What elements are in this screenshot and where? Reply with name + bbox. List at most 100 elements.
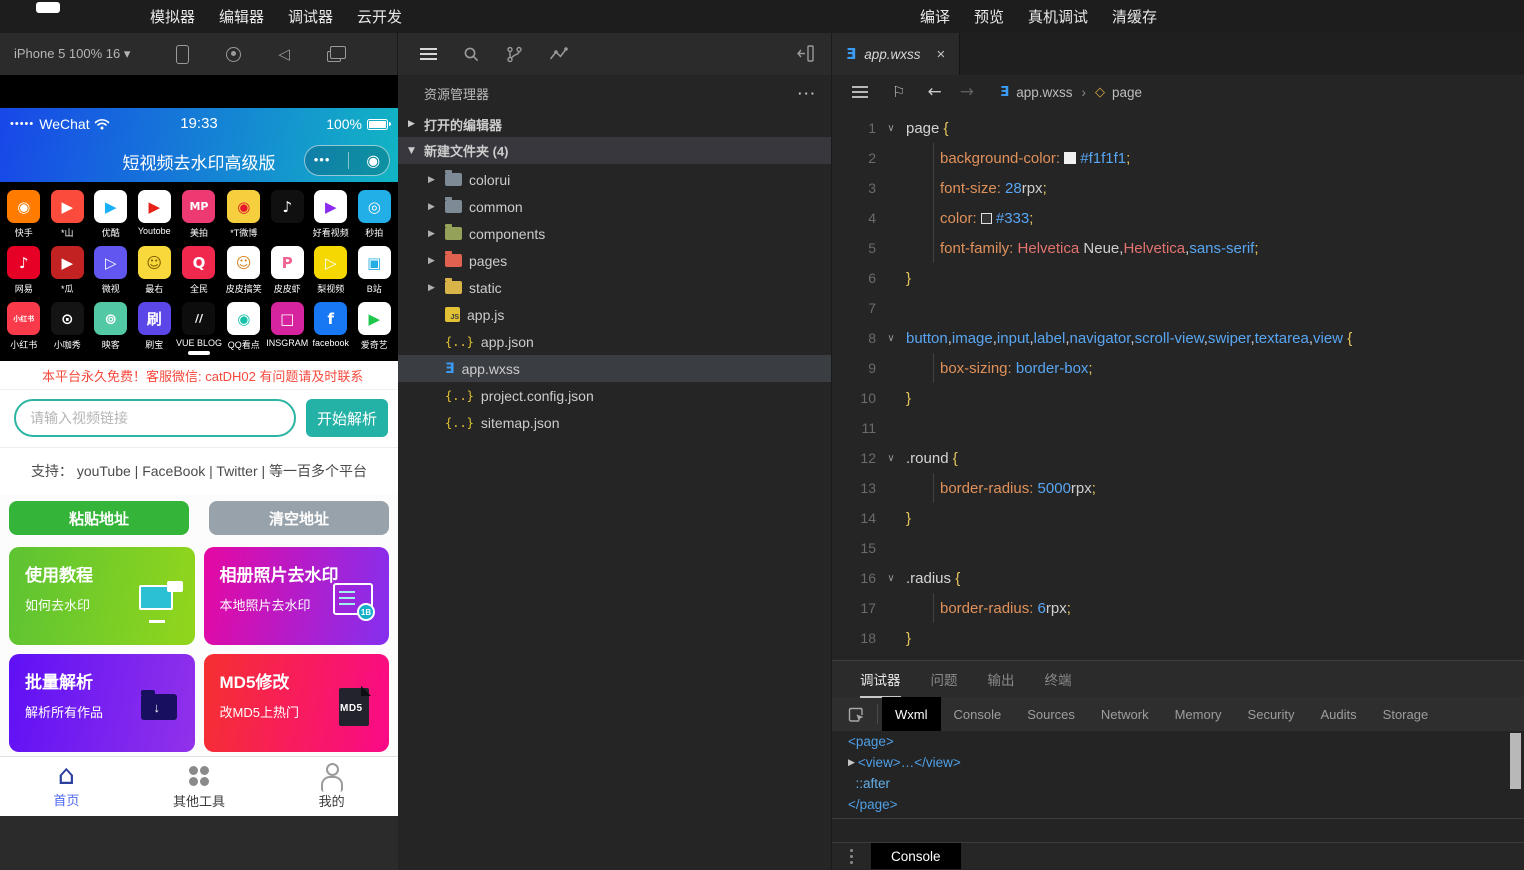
app-grid-item[interactable]: ▶ Youtobe: [132, 190, 176, 237]
mute-speaker-icon[interactable]: ◁: [278, 47, 290, 62]
tabbar-item-tools[interactable]: 其他工具: [133, 757, 266, 816]
device-icon[interactable]: [176, 44, 190, 64]
app-grid-item[interactable]: 刷刷宝: [132, 302, 176, 350]
app-grid-item[interactable]: ♪: [266, 190, 310, 237]
parse-button[interactable]: 开始解析: [306, 399, 388, 437]
debugger-tab-调试器[interactable]: 调试器: [860, 669, 901, 698]
app-grid-item[interactable]: Q 全民: [176, 246, 222, 294]
menu-item[interactable]: 清缓存: [1112, 6, 1157, 27]
tree-item-app.wxss[interactable]: Ǝapp.wxss: [398, 355, 831, 382]
debugger-tab-输出[interactable]: 输出: [988, 669, 1015, 696]
bookmark-icon[interactable]: ⚐: [892, 83, 905, 101]
app-grid-item[interactable]: ◉ 快手: [2, 190, 45, 238]
search-icon[interactable]: [463, 46, 480, 63]
app-grid-item[interactable]: ◎ 秒拍: [353, 190, 397, 238]
app-grid-item[interactable]: // VUE BLOG: [176, 302, 222, 349]
app-grid-item[interactable]: P 皮皮虾: [266, 246, 310, 294]
menu-item[interactable]: 编译: [920, 6, 950, 27]
outline-list-icon[interactable]: [852, 91, 868, 93]
scrollbar-thumb[interactable]: [1510, 733, 1521, 789]
app-grid-item[interactable]: ▶ *山: [45, 190, 89, 238]
wxml-node[interactable]: ::after: [832, 773, 1524, 794]
tree-item-pages[interactable]: ▶ pages: [398, 247, 831, 274]
devtools-tab-console[interactable]: Console: [941, 697, 1015, 731]
root-folder-section[interactable]: ▼ 新建文件夹 (4): [398, 137, 831, 164]
debugger-tab-终端[interactable]: 终端: [1045, 669, 1072, 696]
network-graph-icon[interactable]: [549, 46, 568, 62]
video-link-input[interactable]: [14, 399, 296, 437]
devtools-tab-wxml[interactable]: Wxml: [882, 697, 941, 731]
drawer-handle-icon[interactable]: [850, 854, 853, 858]
app-grid-item[interactable]: ▶ 爱奇艺: [353, 302, 397, 350]
menu-item[interactable]: 编辑器: [219, 6, 264, 27]
app-grid-item[interactable]: 小红书 小红书: [2, 302, 45, 350]
app-grid-item[interactable]: ☺ 皮皮搞笑: [222, 246, 266, 294]
console-drawer-tab[interactable]: Console: [871, 843, 961, 869]
app-grid-item[interactable]: ▣ B站: [353, 246, 397, 294]
app-grid-item[interactable]: ◉ QQ看点: [222, 302, 266, 350]
app-grid-item[interactable]: □ INSGRAM: [266, 302, 310, 349]
menu-item[interactable]: 云开发: [357, 6, 402, 27]
menu-item[interactable]: 模拟器: [150, 6, 195, 27]
feature-card[interactable]: 使用教程 如何去水印: [9, 547, 195, 645]
code-editor[interactable]: ⚐ ← → Ǝ app.wxss › ◇ page 1 ∨ page {2 backg…: [832, 75, 1524, 660]
debugger-tab-问题[interactable]: 问题: [931, 669, 958, 696]
wxml-node[interactable]: <page>: [832, 731, 1524, 752]
capsule-menu[interactable]: ••• ◉: [304, 145, 390, 176]
git-branch-icon[interactable]: [506, 46, 523, 63]
device-selector[interactable]: iPhone 5 100% 16 ▾: [14, 46, 130, 62]
app-grid-item[interactable]: ◉ *T微博: [222, 190, 266, 238]
file-list-icon[interactable]: [420, 48, 437, 50]
record-stop-icon[interactable]: [226, 46, 242, 62]
explorer-menu-icon[interactable]: ···: [798, 86, 817, 101]
app-grid-item[interactable]: ⊚ 映客: [89, 302, 133, 350]
devtools-tab-memory[interactable]: Memory: [1162, 697, 1235, 731]
tab-app-wxss[interactable]: Ǝ app.wxss ×: [832, 33, 961, 75]
tree-item-project.config.json[interactable]: {..} project.config.json: [398, 382, 831, 409]
wxml-node[interactable]: </page>: [832, 794, 1524, 815]
tree-item-colorui[interactable]: ▶ colorui: [398, 166, 831, 193]
open-editors-section[interactable]: ▶ 打开的编辑器: [398, 111, 831, 137]
menu-item[interactable]: 真机调试: [1028, 6, 1088, 27]
tree-item-static[interactable]: ▶ static: [398, 274, 831, 301]
tabbar-item-profile[interactable]: 我的: [265, 757, 398, 816]
paste-address-button[interactable]: 粘贴地址: [9, 501, 189, 535]
app-grid-item[interactable]: ☺ 最右: [132, 246, 176, 294]
app-grid-item[interactable]: ▷ 梨视频: [309, 246, 353, 294]
exit-target-icon[interactable]: ◉: [366, 152, 380, 169]
app-grid-item[interactable]: ♪ 网易: [2, 246, 45, 294]
wxml-tree-panel[interactable]: <page> ▶ <view>…</view> ::after </page>: [832, 731, 1524, 819]
devtools-tab-sources[interactable]: Sources: [1014, 697, 1088, 731]
app-grid-item[interactable]: ▷ 微视: [89, 246, 133, 294]
app-grid-item[interactable]: ⊙ 小咖秀: [45, 302, 89, 350]
menu-item[interactable]: 预览: [974, 6, 1004, 27]
tree-item-components[interactable]: ▶ components: [398, 220, 831, 247]
devtools-tab-network[interactable]: Network: [1088, 697, 1162, 731]
app-grid-item[interactable]: ▶ 好看视频: [309, 190, 353, 238]
close-icon[interactable]: ×: [937, 46, 946, 63]
more-icon[interactable]: •••: [314, 152, 331, 167]
menu-item[interactable]: 调试器: [288, 6, 333, 27]
feature-card[interactable]: 相册照片去水印 本地照片去水印 1B: [203, 547, 389, 645]
fold-icon[interactable]: ∨: [876, 453, 906, 464]
app-grid-item[interactable]: ▶ 优酷: [89, 190, 133, 238]
wxml-node[interactable]: ▶ <view>…</view>: [832, 752, 1524, 773]
windows-layers-icon[interactable]: [326, 45, 346, 62]
breadcrumb[interactable]: Ǝ app.wxss › ◇ page: [1000, 84, 1142, 100]
clear-address-button[interactable]: 清空地址: [209, 501, 389, 535]
tree-item-app.json[interactable]: {..} app.json: [398, 328, 831, 355]
fold-icon[interactable]: ∨: [876, 123, 906, 134]
devtools-tab-audits[interactable]: Audits: [1308, 697, 1370, 731]
app-grid-item[interactable]: ▶ *瓜: [45, 246, 89, 294]
fold-icon[interactable]: ∨: [876, 333, 906, 344]
tabbar-item-home[interactable]: ⌂ 首页: [0, 757, 133, 816]
tree-item-app.js[interactable]: JS app.js: [398, 301, 831, 328]
app-grid-item[interactable]: f facebook: [309, 302, 353, 349]
tree-item-common[interactable]: ▶ common: [398, 193, 831, 220]
collapse-sidebar-icon[interactable]: [797, 45, 817, 62]
code-area[interactable]: 1 ∨ page {2 background-color: #f1f1f1; 3 font…: [832, 109, 1524, 660]
devtools-tab-storage[interactable]: Storage: [1370, 697, 1442, 731]
expand-arrow-icon[interactable]: ▶: [848, 758, 855, 768]
forward-arrow-icon[interactable]: →: [960, 82, 974, 102]
app-grid-item[interactable]: MP 美拍: [176, 190, 222, 238]
